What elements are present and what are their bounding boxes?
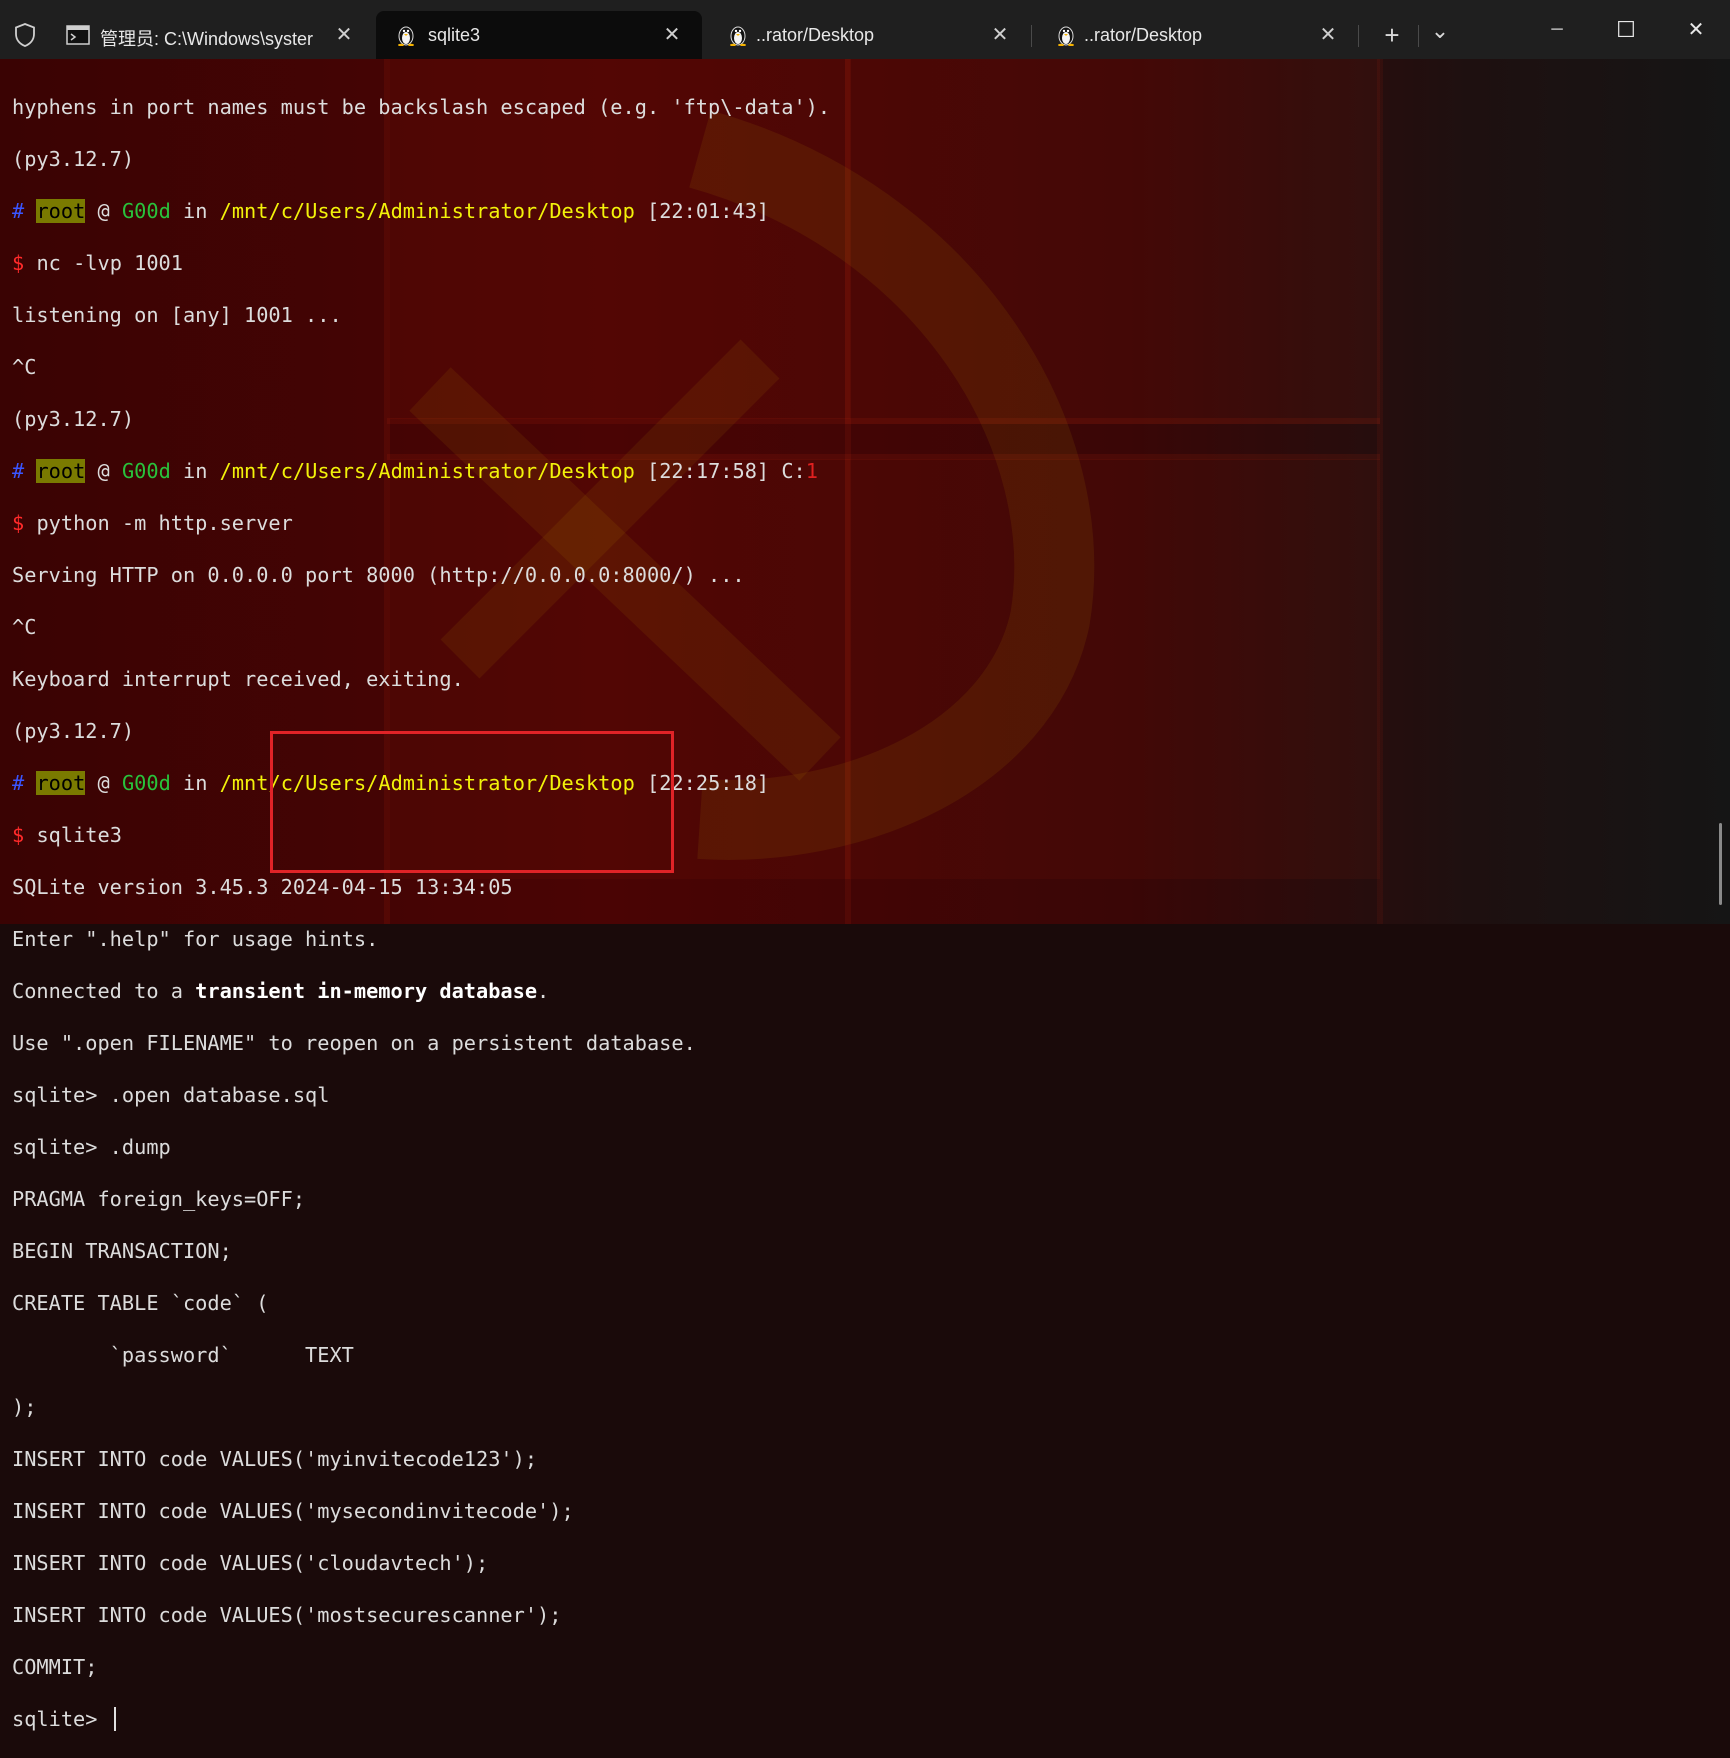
prompt-line: # root @ G00d in /mnt/c/Users/Administra… [12, 198, 830, 224]
linux-penguin-icon [1058, 26, 1074, 46]
output-line: COMMIT; [12, 1655, 98, 1679]
tab-desktop-1[interactable]: ..rator/Desktop ✕ [708, 11, 1028, 59]
output-line: hyphens in port names must be backslash … [12, 95, 831, 119]
prompt-host: G00d [121, 199, 171, 223]
tab-divider [1031, 25, 1032, 47]
output-text: . [537, 979, 550, 1003]
command-line: $ python -m http.server [12, 510, 830, 536]
shield-icon[interactable] [13, 22, 37, 48]
tab-label: sqlite3 [428, 25, 481, 45]
prompt-host: G00d [121, 459, 171, 483]
prompt-at: @ [97, 771, 110, 795]
scrollbar[interactable] [1719, 823, 1722, 905]
close-tab-icon[interactable]: ✕ [984, 19, 1016, 51]
text-cursor [113, 1707, 116, 1731]
prompt-in: in [183, 771, 208, 795]
prompt-user: root [36, 459, 86, 483]
terminal-output[interactable]: hyphens in port names must be backslash … [12, 68, 830, 1758]
linux-penguin-icon [730, 26, 746, 46]
prompt-hash: # [12, 459, 25, 483]
prompt-path: /mnt/c/Users/Administrator/Desktop [219, 459, 635, 483]
output-line: SQLite version 3.45.3 2024-04-15 13:34:0… [12, 875, 513, 899]
linux-penguin-icon [398, 26, 414, 46]
exit-code-value: 1 [805, 459, 818, 483]
output-line: INSERT INTO code VALUES('myinvitecode123… [12, 1447, 538, 1471]
tab-label: ..rator/Desktop [1084, 25, 1203, 45]
prompt-user: root [36, 199, 86, 223]
prompt-line: # root @ G00d in /mnt/c/Users/Administra… [12, 458, 830, 484]
output-line: (py3.12.7) [12, 147, 135, 171]
prompt-time: [22:17:58] [647, 459, 770, 483]
output-line: CREATE TABLE `code` ( [12, 1291, 269, 1315]
output-line: `password` TEXT [12, 1343, 354, 1367]
output-line: Serving HTTP on 0.0.0.0 port 8000 (http:… [12, 563, 745, 587]
output-line: Keyboard interrupt received, exiting. [12, 667, 464, 691]
output-line: Enter ".help" for usage hints. [12, 927, 379, 951]
output-line: ^C [12, 615, 37, 639]
output-line: INSERT INTO code VALUES('mysecondinvitec… [12, 1499, 574, 1523]
exit-code-label: C: [781, 459, 806, 483]
output-line: ); [12, 1395, 37, 1419]
prompt-at: @ [97, 199, 110, 223]
tab-sqlite3[interactable]: sqlite3 ✕ [376, 11, 702, 59]
output-line: PRAGMA foreign_keys=OFF; [12, 1187, 306, 1211]
new-tab-button[interactable]: + [1374, 17, 1410, 53]
tab-label: 管理员: C:\Windows\syster [100, 29, 314, 49]
tab-cmd[interactable]: 管理员: C:\Windows\syster ✕ [48, 11, 370, 59]
prompt-host: G00d [121, 771, 171, 795]
window-close-button[interactable]: ✕ [1666, 8, 1726, 52]
output-text: Connected to a [12, 979, 196, 1003]
output-bold-text: transient in-memory database [195, 979, 538, 1003]
input-line[interactable]: sqlite> [12, 1706, 830, 1732]
prompt-hash: # [12, 771, 25, 795]
sqlite-prompt: sqlite> [12, 1707, 110, 1731]
minimize-button[interactable]: ─ [1527, 8, 1587, 52]
command-line: $ nc -lvp 1001 [12, 250, 830, 276]
tab-label: ..rator/Desktop [756, 25, 875, 45]
close-tab-icon[interactable]: ✕ [1312, 19, 1344, 51]
output-line: INSERT INTO code VALUES('mostsecurescann… [12, 1603, 562, 1627]
prompt-in: in [183, 199, 208, 223]
prompt-path: /mnt/c/Users/Administrator/Desktop [219, 199, 635, 223]
output-line: Connected to a transient in-memory datab… [12, 978, 830, 1004]
close-tab-icon[interactable]: ✕ [328, 19, 360, 51]
prompt-dollar: $ [12, 823, 25, 847]
prompt-in: in [183, 459, 208, 483]
tab-desktop-2[interactable]: ..rator/Desktop ✕ [1036, 11, 1356, 59]
prompt-time: [22:01:43] [647, 199, 770, 223]
title-bar: 管理员: C:\Windows\syster ✕ sqlite3 ✕ ..rat… [0, 0, 1730, 59]
highlight-box [270, 731, 674, 873]
command-text: python -m http.server [36, 511, 293, 535]
command-text: nc -lvp 1001 [36, 251, 183, 275]
output-line: sqlite> .dump [12, 1135, 171, 1159]
output-line: BEGIN TRANSACTION; [12, 1239, 232, 1263]
output-line: ^C [12, 355, 37, 379]
prompt-user: root [36, 771, 86, 795]
tab-dropdown-icon[interactable]: ⌄ [1424, 17, 1456, 53]
prompt-at: @ [97, 459, 110, 483]
prompt-hash: # [12, 199, 25, 223]
prompt-dollar: $ [12, 511, 25, 535]
close-tab-icon[interactable]: ✕ [656, 19, 688, 51]
tab-divider [1418, 25, 1419, 47]
cmd-icon [66, 25, 90, 45]
output-line: (py3.12.7) [12, 407, 135, 431]
command-text: sqlite3 [36, 823, 122, 847]
output-line: sqlite> .open database.sql [12, 1083, 330, 1107]
tab-divider [1358, 25, 1359, 47]
maximize-button[interactable]: ☐ [1596, 8, 1656, 52]
output-line: listening on [any] 1001 ... [12, 303, 342, 327]
output-line: INSERT INTO code VALUES('cloudavtech'); [12, 1551, 489, 1575]
prompt-dollar: $ [12, 251, 25, 275]
output-line: Use ".open FILENAME" to reopen on a pers… [12, 1031, 696, 1055]
